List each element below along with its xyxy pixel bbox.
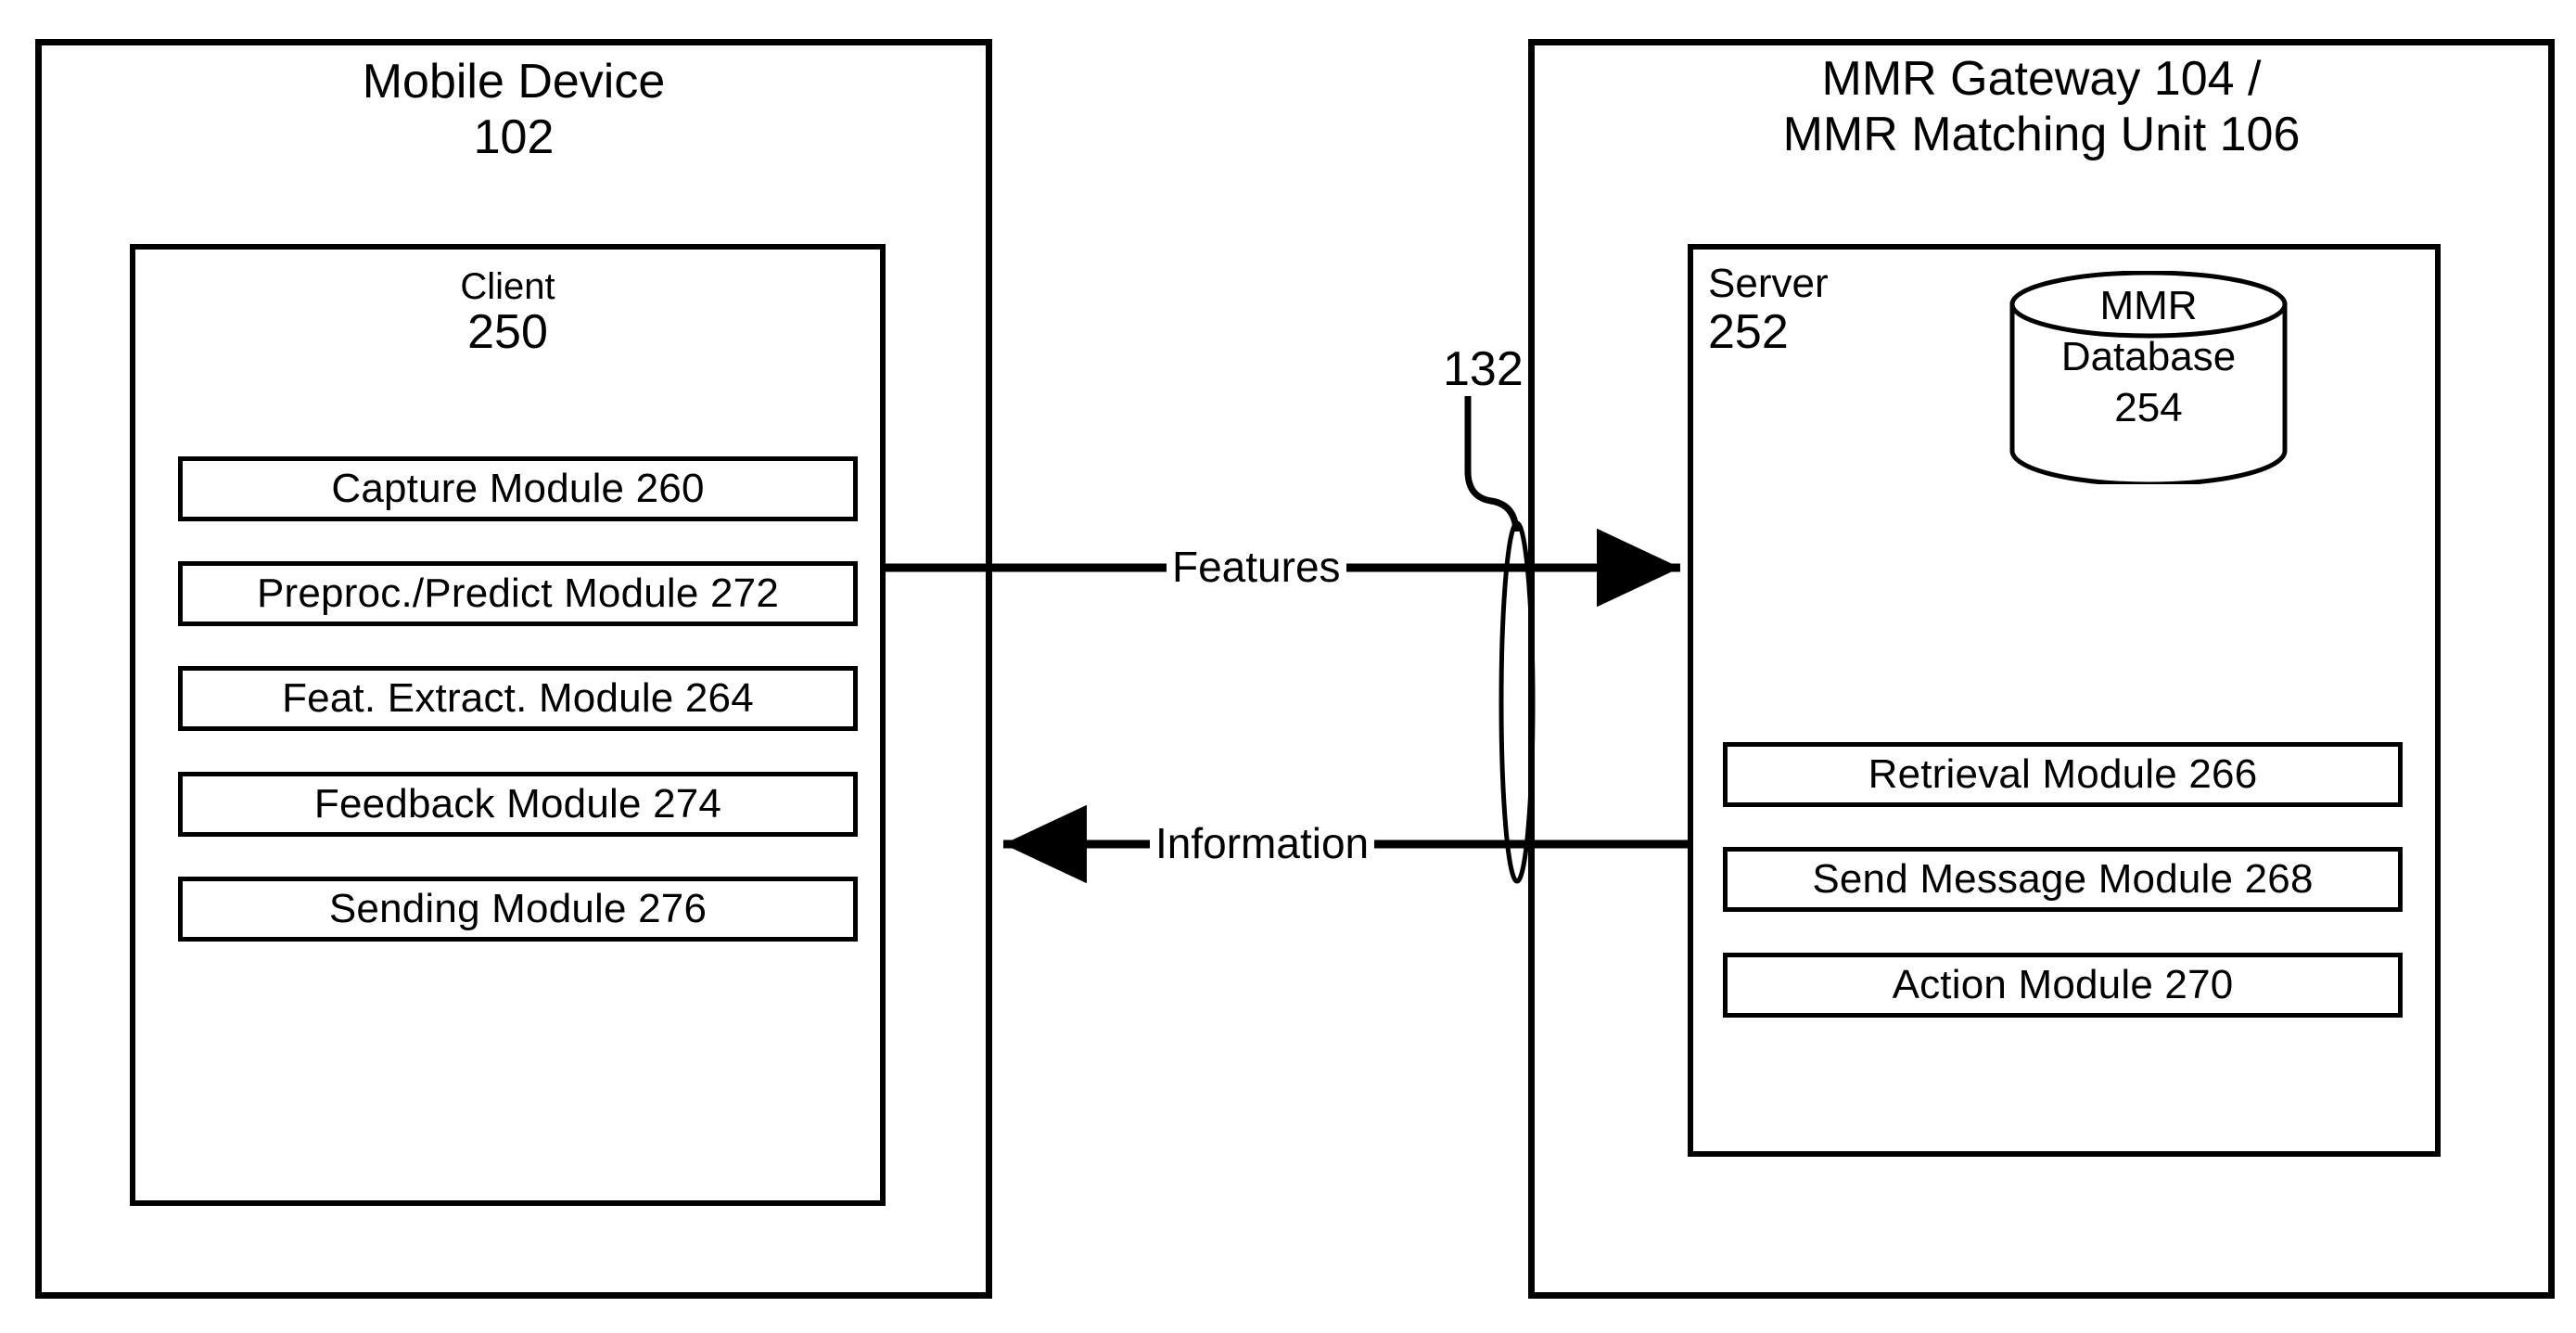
feature-extract-module-box[interactable]: Feat. Extract. Module 264	[178, 666, 858, 731]
client-title-name: Client	[460, 266, 555, 307]
client-title: Client 250	[130, 267, 886, 359]
information-label: Information	[1150, 822, 1375, 865]
server-title: Server 252	[1708, 261, 1829, 360]
capture-module-label: Capture Module 260	[331, 466, 705, 511]
mmr-gateway-title: MMR Gateway 104 / MMR Matching Unit 106	[1782, 52, 2301, 162]
action-module-label: Action Module 270	[1892, 962, 2234, 1007]
client-title-number: 250	[467, 305, 548, 359]
features-label: Features	[1167, 545, 1346, 588]
feedback-module-box[interactable]: Feedback Module 274	[178, 772, 858, 837]
retrieval-module-box[interactable]: Retrieval Module 266	[1723, 742, 2403, 807]
diagram-canvas: Mobile Device 102 Client 250 Capture Mod…	[0, 0, 2576, 1333]
server-title-name: Server	[1708, 261, 1829, 306]
sending-module-label: Sending Module 276	[328, 886, 708, 931]
network-ref-label: 132	[1443, 342, 1524, 396]
retrieval-module-label: Retrieval Module 266	[1868, 751, 2258, 797]
feature-extract-module-label: Feat. Extract. Module 264	[282, 675, 754, 721]
mobile-device-title: Mobile Device 102	[362, 55, 666, 165]
mmr-database-label: MMR Database 254	[2060, 283, 2237, 430]
preproc-predict-module-box[interactable]: Preproc./Predict Module 272	[178, 561, 858, 626]
send-message-module-box[interactable]: Send Message Module 268	[1723, 847, 2403, 912]
network-leader-line	[1464, 396, 1520, 532]
preproc-predict-module-label: Preproc./Predict Module 272	[256, 570, 780, 616]
sending-module-box[interactable]: Sending Module 276	[178, 877, 858, 942]
action-module-box[interactable]: Action Module 270	[1723, 953, 2403, 1018]
capture-module-box[interactable]: Capture Module 260	[178, 456, 858, 521]
server-title-number: 252	[1708, 305, 1789, 360]
send-message-module-label: Send Message Module 268	[1812, 856, 2314, 902]
feedback-module-label: Feedback Module 274	[313, 781, 722, 827]
